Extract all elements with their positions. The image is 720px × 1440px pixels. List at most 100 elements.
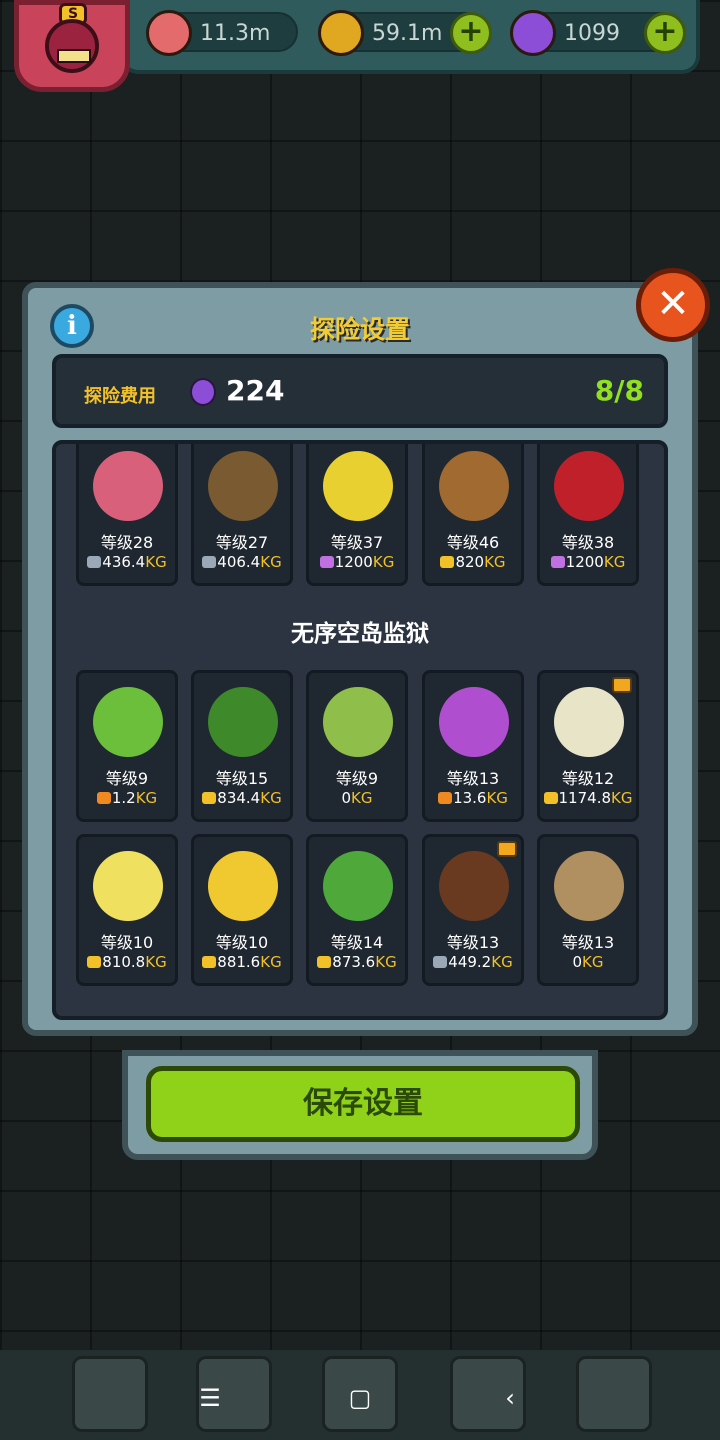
monster-portrait-icon — [439, 851, 509, 921]
monster-portrait-icon — [93, 687, 163, 757]
monster-portrait-icon — [323, 451, 393, 521]
monster-card[interactable]: 等级13 0KG — [537, 834, 639, 986]
save-settings-button[interactable]: 保存设置 — [146, 1066, 580, 1142]
monster-card[interactable]: 等级12 1174.8KG — [537, 670, 639, 822]
monster-portrait-icon — [323, 851, 393, 921]
monster-weight: 1200KG — [540, 553, 636, 571]
expedition-cost-bar: 探险费用 224 8/8 — [52, 354, 668, 428]
monster-weight: 881.6KG — [194, 953, 290, 971]
monster-card[interactable]: 等级27 406.4KG — [191, 444, 293, 586]
monster-list[interactable]: 等级28 436.4KG 等级27 406.4KG 等级37 1200KG 等级46 820K… — [52, 440, 668, 1020]
monster-card[interactable]: 等级9 1.2KG — [76, 670, 178, 822]
monster-card[interactable]: 等级10 810.8KG — [76, 834, 178, 986]
weight-value: 13.6 — [453, 789, 487, 807]
weight-unit: KG — [145, 553, 167, 571]
weight-value: 1200 — [565, 553, 604, 571]
monster-level: 等级37 — [330, 533, 384, 552]
back-icon[interactable]: ‹ — [492, 1380, 528, 1416]
monster-weight: 0KG — [309, 789, 405, 807]
player-avatar[interactable]: S — [14, 0, 130, 92]
weight-value: 436.4 — [102, 553, 146, 571]
monster-portrait-icon — [208, 687, 278, 757]
weight-bag-icon — [319, 556, 334, 568]
monster-card[interactable]: 等级10 881.6KG — [191, 834, 293, 986]
eye-resource: 11.3m — [146, 10, 298, 56]
weight-value: 1174.8 — [558, 789, 612, 807]
weight-value: 0 — [341, 789, 352, 807]
weight-unit: KG — [260, 953, 282, 971]
weight-value: 881.6 — [217, 953, 261, 971]
weight-bag-icon — [87, 956, 102, 968]
weight-bag-icon — [550, 556, 565, 568]
monster-portrait-icon — [93, 851, 163, 921]
section-title: 无序空岛监狱 — [291, 621, 429, 647]
monster-level: 等级13 — [561, 933, 615, 952]
close-button[interactable]: ✕ — [636, 268, 710, 342]
monster-level: 等级13 — [446, 769, 500, 788]
monster-portrait-icon — [208, 851, 278, 921]
monster-level: 等级10 — [215, 933, 269, 952]
monster-card[interactable]: 等级46 820KG — [422, 444, 524, 586]
monster-card[interactable]: 等级9 0KG — [306, 670, 408, 822]
monster-weight: 1200KG — [309, 553, 405, 571]
monster-card[interactable]: 等级37 1200KG — [306, 444, 408, 586]
weight-value: 0 — [572, 953, 583, 971]
weight-unit: KG — [486, 789, 508, 807]
monster-portrait-icon — [439, 687, 509, 757]
weight-unit: KG — [260, 789, 282, 807]
monster-weight: 810.8KG — [79, 953, 175, 971]
weight-unit: KG — [351, 789, 373, 807]
monster-card[interactable]: 等级14 873.6KG — [306, 834, 408, 986]
save-area: 保存设置 — [122, 1050, 598, 1160]
add-potion-button[interactable]: + — [644, 12, 686, 54]
weight-unit: KG — [135, 789, 158, 807]
weight-value: 873.6 — [332, 953, 376, 971]
add-coin-button[interactable]: + — [450, 12, 492, 54]
monster-weight: 834.4KG — [194, 789, 290, 807]
cost-label: 探险费用 — [84, 386, 156, 407]
monster-level: 等级9 — [105, 769, 149, 788]
weight-bag-icon — [438, 792, 453, 804]
monster-level: 等级10 — [100, 933, 154, 952]
cost-value: 224 — [226, 374, 285, 407]
weight-unit: KG — [603, 553, 626, 571]
weight-unit: KG — [491, 953, 513, 971]
weight-bag-icon — [433, 956, 448, 968]
monster-level: 等级38 — [561, 533, 615, 552]
potion-resource-value: 1099 — [564, 21, 620, 46]
potion-icon — [190, 378, 216, 406]
monster-level: 等级9 — [335, 769, 379, 788]
weight-unit: KG — [145, 953, 167, 971]
monster-weight: 13.6KG — [425, 789, 521, 807]
coin-resource-value: 59.1m — [372, 21, 443, 46]
weight-bag-icon — [202, 556, 217, 568]
monster-face-icon — [45, 19, 99, 73]
monster-card[interactable]: 等级15 834.4KG — [191, 670, 293, 822]
monster-level: 等级15 — [215, 769, 269, 788]
weight-unit: KG — [375, 953, 397, 971]
monster-card[interactable]: 等级13 449.2KG — [422, 834, 524, 986]
home-icon[interactable]: ▢ — [342, 1380, 378, 1416]
weight-unit: KG — [372, 553, 395, 571]
monster-card[interactable]: 等级28 436.4KG — [76, 444, 178, 586]
weight-unit: KG — [260, 553, 282, 571]
menu-icon[interactable]: ☰ — [192, 1380, 228, 1416]
slots-count: 8/8 — [594, 374, 644, 407]
weight-unit: KG — [484, 553, 506, 571]
weight-bag-icon — [87, 556, 102, 568]
monster-card[interactable]: 等级13 13.6KG — [422, 670, 524, 822]
monster-card[interactable]: 等级38 1200KG — [537, 444, 639, 586]
monster-portrait-icon — [323, 687, 393, 757]
weight-value: 1200 — [334, 553, 373, 571]
weight-bag-icon — [543, 792, 558, 804]
weight-unit: KG — [582, 953, 604, 971]
monster-portrait-icon — [439, 451, 509, 521]
weight-unit: KG — [611, 789, 633, 807]
weight-bag-icon — [96, 792, 111, 804]
monster-portrait-icon — [554, 851, 624, 921]
top-resource-bar: S 11.3m 59.1m + 1099 + — [0, 0, 720, 92]
eyeball-icon — [146, 10, 192, 56]
monster-portrait-icon — [208, 451, 278, 521]
monster-weight: 406.4KG — [194, 553, 290, 571]
weight-value: 834.4 — [217, 789, 261, 807]
